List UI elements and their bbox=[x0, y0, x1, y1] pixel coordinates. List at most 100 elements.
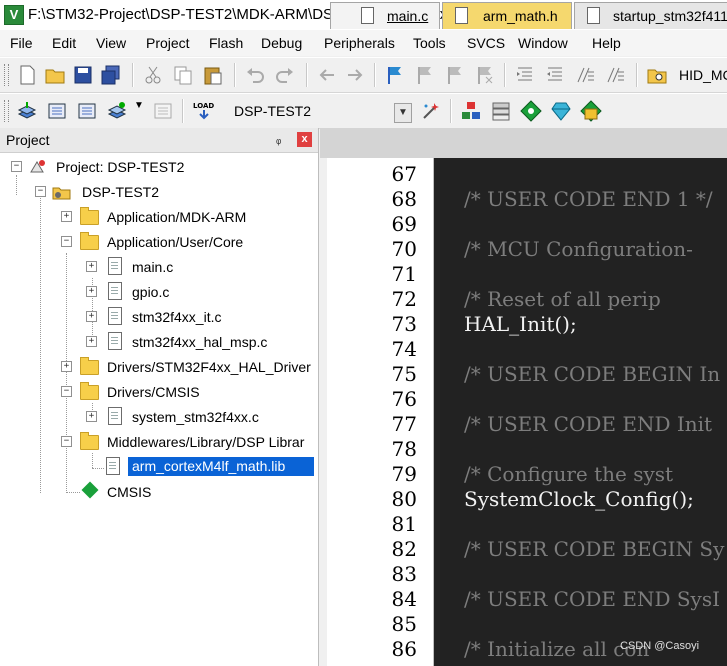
pin-icon[interactable]: ᵩ bbox=[276, 132, 281, 146]
code-line[interactable]: /* MCU Configuration- bbox=[464, 237, 693, 261]
open-folder-icon[interactable] bbox=[44, 64, 66, 86]
code-line[interactable]: /* Reset of all perip bbox=[464, 287, 661, 311]
tree-item-group[interactable]: − Middlewares/Library/DSP Librar bbox=[0, 431, 318, 453]
tree-item-label: Drivers/STM32F4xx_HAL_Driver bbox=[107, 359, 311, 375]
chevron-down-icon[interactable]: ▼ bbox=[394, 103, 412, 123]
expand-icon[interactable]: + bbox=[86, 286, 97, 297]
menu-help[interactable]: Help bbox=[592, 35, 621, 51]
save-icon[interactable] bbox=[72, 64, 94, 86]
toolbar-grip[interactable] bbox=[4, 100, 9, 122]
code-line[interactable]: /* USER CODE END SysI bbox=[464, 587, 720, 611]
find-in-files-icon[interactable] bbox=[646, 64, 668, 86]
code-line[interactable]: SystemClock_Config(); bbox=[464, 487, 694, 511]
find-combo-text[interactable]: HID_MC bbox=[679, 67, 727, 83]
cut-icon[interactable] bbox=[142, 64, 164, 86]
next-bookmark-icon[interactable] bbox=[444, 64, 466, 86]
build-icon[interactable] bbox=[46, 100, 68, 122]
download-icon[interactable]: LOAD bbox=[192, 100, 214, 122]
line-number: 73 bbox=[391, 312, 417, 336]
collapse-icon[interactable]: − bbox=[35, 186, 46, 197]
indent-icon[interactable] bbox=[514, 64, 536, 86]
collapse-icon[interactable]: − bbox=[11, 161, 22, 172]
menu-peripherals[interactable]: Peripherals bbox=[324, 35, 395, 51]
uncomment-selection-icon[interactable] bbox=[604, 64, 626, 86]
menu-view[interactable]: View bbox=[96, 35, 126, 51]
clear-bookmarks-icon[interactable] bbox=[474, 64, 496, 86]
menu-window[interactable]: Window bbox=[518, 35, 568, 51]
expand-icon[interactable]: + bbox=[86, 336, 97, 347]
collapse-icon[interactable]: − bbox=[61, 386, 72, 397]
code-line[interactable]: /* USER CODE END 1 */ bbox=[464, 187, 713, 211]
toolbar-grip[interactable] bbox=[4, 64, 9, 86]
toolbar-separator bbox=[306, 63, 308, 87]
tree-item-component[interactable]: CMSIS bbox=[0, 481, 318, 503]
expand-icon[interactable]: + bbox=[86, 411, 97, 422]
undo-icon[interactable] bbox=[244, 64, 266, 86]
collapse-icon[interactable]: − bbox=[61, 236, 72, 247]
code-line[interactable]: /* Configure the syst bbox=[464, 462, 673, 486]
tab-startup-file[interactable]: startup_stm32f411 bbox=[574, 2, 727, 29]
rebuild-icon[interactable] bbox=[76, 100, 98, 122]
tree-item-file[interactable]: + main.c bbox=[0, 256, 318, 278]
line-number: 74 bbox=[391, 337, 417, 361]
copy-icon[interactable] bbox=[172, 64, 194, 86]
tree-item-file-selected[interactable]: arm_cortexM4lf_math.lib bbox=[0, 456, 318, 478]
menu-edit[interactable]: Edit bbox=[52, 35, 76, 51]
expand-icon[interactable]: + bbox=[61, 361, 72, 372]
collapse-icon[interactable]: − bbox=[61, 436, 72, 447]
stop-build-icon[interactable] bbox=[152, 100, 174, 122]
tab-arm-math-h[interactable]: arm_math.h bbox=[442, 2, 572, 29]
tree-item-group[interactable]: + Application/MDK-ARM bbox=[0, 206, 318, 228]
manage-pack-installer-icon[interactable] bbox=[550, 100, 572, 122]
file-extensions-icon[interactable] bbox=[460, 100, 482, 122]
tree-item-label: stm32f4xx_hal_msp.c bbox=[132, 334, 268, 350]
manage-books-icon[interactable] bbox=[490, 100, 512, 122]
expand-icon[interactable]: + bbox=[86, 311, 97, 322]
menu-file[interactable]: File bbox=[10, 35, 33, 51]
tab-main-c[interactable]: main.c bbox=[330, 2, 440, 29]
pack-installer-icon[interactable] bbox=[580, 100, 602, 122]
tree-item-file[interactable]: + stm32f4xx_it.c bbox=[0, 306, 318, 328]
tree-item-file[interactable]: + gpio.c bbox=[0, 281, 318, 303]
save-all-icon[interactable] bbox=[100, 64, 122, 86]
menu-flash[interactable]: Flash bbox=[209, 35, 243, 51]
expand-icon[interactable]: + bbox=[86, 261, 97, 272]
code-line[interactable]: /* USER CODE BEGIN In bbox=[464, 362, 720, 386]
navigate-forward-icon[interactable] bbox=[344, 64, 366, 86]
line-number: 68 bbox=[391, 187, 417, 211]
unindent-icon[interactable] bbox=[544, 64, 566, 86]
tree-item-group[interactable]: − Drivers/CMSIS bbox=[0, 381, 318, 403]
target-select[interactable]: DSP-TEST2 ▼ bbox=[222, 99, 412, 123]
tree-item-file[interactable]: + system_stm32f4xx.c bbox=[0, 406, 318, 428]
insert-bookmark-icon[interactable] bbox=[384, 64, 406, 86]
tree-item-project-root[interactable]: − Project: DSP-TEST2 bbox=[0, 156, 318, 178]
expand-icon[interactable]: + bbox=[61, 211, 72, 222]
code-line[interactable]: /* USER CODE END Init bbox=[464, 412, 712, 436]
menu-tools[interactable]: Tools bbox=[413, 35, 446, 51]
tree-item-group[interactable]: − Application/User/Core bbox=[0, 231, 318, 253]
menu-svcs[interactable]: SVCS bbox=[467, 35, 505, 51]
code-editor[interactable]: /* USER CODE END 1 */ /* MCU Configurati… bbox=[434, 158, 727, 666]
navigate-back-icon[interactable] bbox=[316, 64, 338, 86]
h-file-icon bbox=[455, 7, 468, 24]
svg-text:LOAD: LOAD bbox=[193, 102, 214, 110]
batch-build-icon[interactable] bbox=[106, 100, 128, 122]
close-icon[interactable]: x bbox=[297, 132, 312, 147]
tree-item-target[interactable]: − DSP-TEST2 bbox=[0, 181, 318, 203]
menu-project[interactable]: Project bbox=[146, 35, 190, 51]
new-file-icon[interactable] bbox=[16, 64, 38, 86]
dropdown-arrow-icon[interactable]: ▼ bbox=[134, 100, 144, 111]
code-line[interactable]: HAL_Init(); bbox=[464, 312, 577, 336]
comment-selection-icon[interactable] bbox=[574, 64, 596, 86]
menu-debug[interactable]: Debug bbox=[261, 35, 302, 51]
uvision-app-icon[interactable]: V bbox=[4, 5, 24, 25]
translate-icon[interactable] bbox=[16, 100, 38, 122]
code-line[interactable]: /* USER CODE BEGIN Sy bbox=[464, 537, 724, 561]
tree-item-group[interactable]: + Drivers/STM32F4xx_HAL_Driver bbox=[0, 356, 318, 378]
tree-item-file[interactable]: + stm32f4xx_hal_msp.c bbox=[0, 331, 318, 353]
previous-bookmark-icon[interactable] bbox=[414, 64, 436, 86]
paste-icon[interactable] bbox=[202, 64, 224, 86]
run-time-environment-icon[interactable] bbox=[520, 100, 542, 122]
target-options-icon[interactable] bbox=[420, 100, 442, 122]
redo-icon[interactable] bbox=[274, 64, 296, 86]
